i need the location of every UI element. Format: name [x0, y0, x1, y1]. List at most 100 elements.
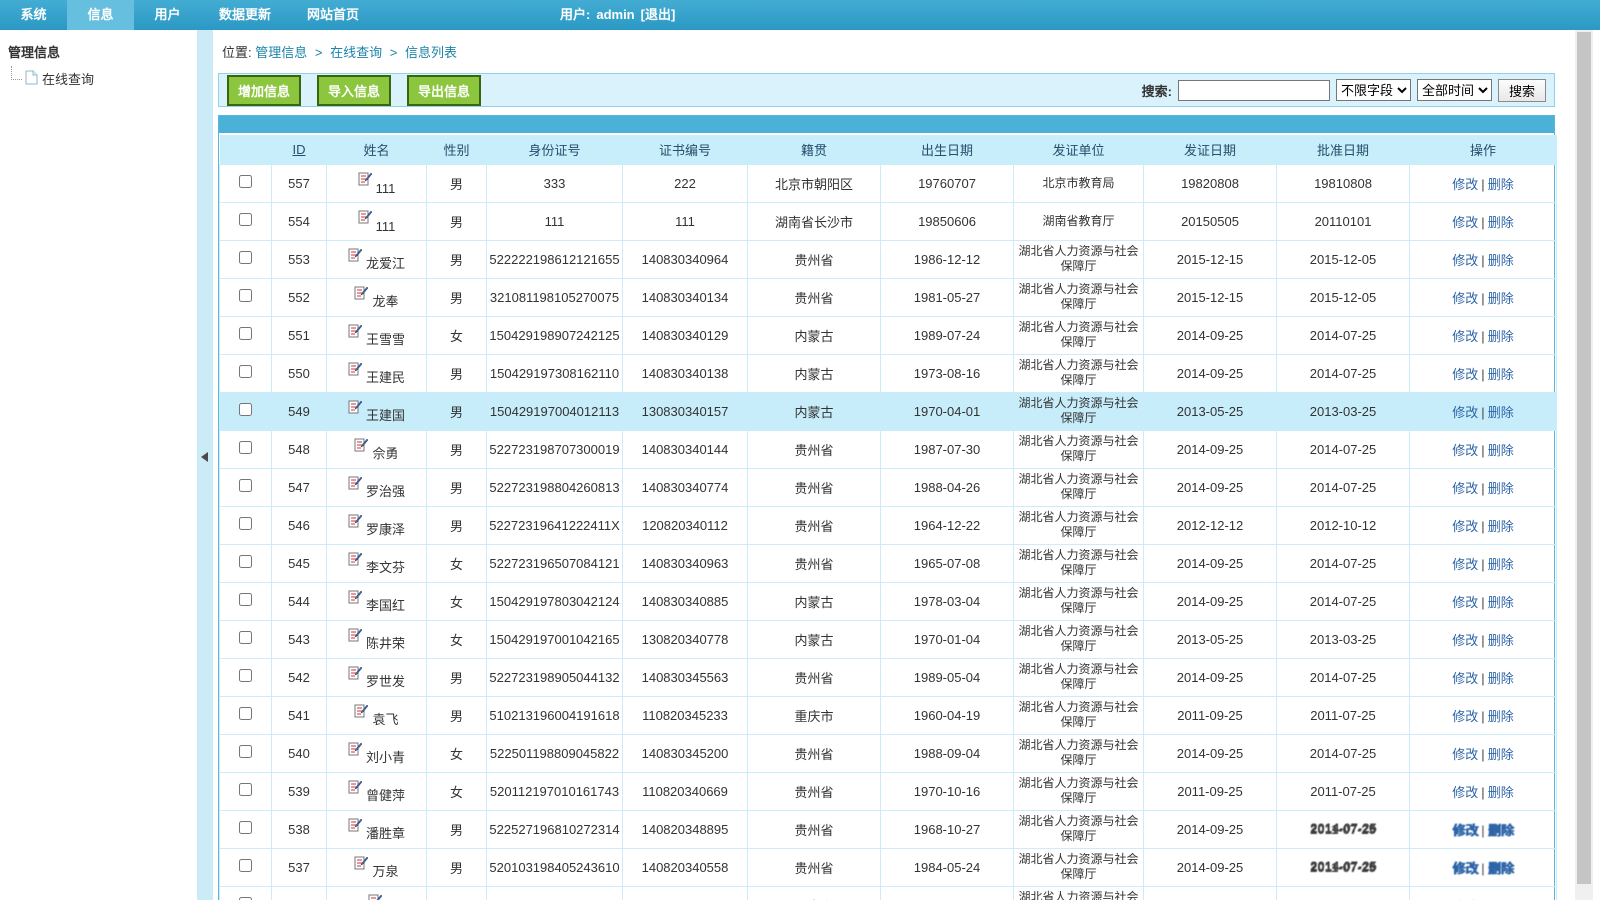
- cell-operations: 修改|删除: [1410, 696, 1557, 734]
- export-info-button[interactable]: 导出信息: [407, 75, 481, 106]
- cell-birth-date: 1968-10-27: [881, 810, 1014, 848]
- cell-birth-date: 1978-03-04: [881, 582, 1014, 620]
- row-checkbox[interactable]: [239, 745, 252, 758]
- cell-issue-date: 2014-09-25: [1144, 354, 1277, 392]
- cell-id-number: 150429197004012113: [487, 392, 623, 430]
- delete-link[interactable]: 删除: [1488, 633, 1514, 648]
- edit-link[interactable]: 修改: [1452, 215, 1478, 230]
- table-row: 540 刘小青 女 522501198809045822 14083034520…: [220, 734, 1557, 772]
- cell-origin: 内蒙古: [748, 582, 881, 620]
- delete-link[interactable]: 删除: [1488, 291, 1514, 306]
- row-checkbox[interactable]: [239, 213, 252, 226]
- cell-operations: 修改|删除: [1410, 734, 1557, 772]
- edit-link[interactable]: 修改: [1452, 709, 1478, 724]
- delete-link[interactable]: 删除: [1488, 177, 1514, 192]
- delete-link[interactable]: 删除: [1488, 557, 1514, 572]
- person-name: 111: [376, 181, 396, 196]
- delete-link[interactable]: 删除: [1488, 367, 1514, 382]
- row-checkbox[interactable]: [239, 365, 252, 378]
- edit-link[interactable]: 修改: [1452, 443, 1478, 458]
- cell-cert-number: 140830340138: [623, 354, 748, 392]
- cell-origin: 湖南省长沙市: [748, 202, 881, 240]
- delete-link[interactable]: 删除: [1488, 709, 1514, 724]
- edit-link[interactable]: 修改: [1452, 557, 1478, 572]
- edit-link[interactable]: 修改: [1452, 405, 1478, 420]
- row-checkbox[interactable]: [239, 859, 252, 872]
- add-info-button[interactable]: 增加信息: [227, 75, 301, 106]
- row-checkbox[interactable]: [239, 593, 252, 606]
- edit-link[interactable]: 修改: [1452, 861, 1478, 876]
- person-name: 王雪雪: [366, 329, 405, 348]
- nav-tab-info[interactable]: 信息: [67, 0, 134, 30]
- delete-link[interactable]: 删除: [1488, 405, 1514, 420]
- table-row: 543 陈井荣 女 150429197001042165 13082034077…: [220, 620, 1557, 658]
- delete-link[interactable]: 删除: [1488, 329, 1514, 344]
- delete-link[interactable]: 删除: [1488, 519, 1514, 534]
- row-checkbox[interactable]: [239, 175, 252, 188]
- row-checkbox[interactable]: [239, 441, 252, 454]
- delete-link[interactable]: 删除: [1488, 595, 1514, 610]
- edit-link[interactable]: 修改: [1452, 595, 1478, 610]
- delete-link[interactable]: 删除: [1488, 215, 1514, 230]
- collapse-sidebar-arrow-icon[interactable]: [201, 452, 208, 462]
- edit-doc-icon: [348, 589, 362, 608]
- row-checkbox[interactable]: [239, 783, 252, 796]
- edit-link[interactable]: 修改: [1452, 367, 1478, 382]
- time-select[interactable]: 全部时间: [1417, 79, 1492, 101]
- edit-link[interactable]: 修改: [1452, 177, 1478, 192]
- row-checkbox[interactable]: [239, 555, 252, 568]
- edit-link[interactable]: 修改: [1452, 519, 1478, 534]
- delete-link[interactable]: 删除: [1488, 481, 1514, 496]
- row-checkbox[interactable]: [239, 251, 252, 264]
- sidebar-item-online-query[interactable]: 在线查询: [11, 69, 189, 88]
- delete-link[interactable]: 删除: [1488, 785, 1514, 800]
- search-input[interactable]: [1178, 80, 1330, 101]
- row-checkbox[interactable]: [239, 669, 252, 682]
- cell-operations: 修改|删除: [1410, 316, 1557, 354]
- row-checkbox[interactable]: [239, 479, 252, 492]
- row-checkbox[interactable]: [239, 289, 252, 302]
- row-checkbox[interactable]: [239, 631, 252, 644]
- scrollbar-thumb[interactable]: [1577, 32, 1591, 884]
- logout-link[interactable]: [退出]: [641, 7, 676, 22]
- row-checkbox[interactable]: [239, 327, 252, 340]
- delete-link[interactable]: 删除: [1488, 861, 1514, 876]
- edit-link[interactable]: 修改: [1452, 329, 1478, 344]
- edit-doc-icon: [358, 171, 372, 190]
- cell-approve-date: 2011-07-25: [1277, 772, 1410, 810]
- row-checkbox[interactable]: [239, 707, 252, 720]
- edit-link[interactable]: 修改: [1452, 481, 1478, 496]
- row-checkbox[interactable]: [239, 517, 252, 530]
- cell-approve-date: 2011-07-25: [1277, 696, 1410, 734]
- edit-link[interactable]: 修改: [1452, 747, 1478, 762]
- delete-link[interactable]: 删除: [1488, 443, 1514, 458]
- row-checkbox[interactable]: [239, 403, 252, 416]
- cell-approve-date: 2014-07-25: [1277, 430, 1410, 468]
- search-button[interactable]: 搜索: [1498, 79, 1546, 102]
- header-id[interactable]: ID: [272, 135, 327, 164]
- edit-link[interactable]: 修改: [1452, 823, 1478, 838]
- cell-birth-date: 1970-04-01: [881, 392, 1014, 430]
- nav-tab-user[interactable]: 用户: [134, 0, 201, 30]
- breadcrumb-manage-info[interactable]: 管理信息: [255, 45, 307, 60]
- edit-link[interactable]: 修改: [1452, 671, 1478, 686]
- cell-checkbox: [220, 696, 272, 734]
- row-checkbox[interactable]: [239, 821, 252, 834]
- delete-link[interactable]: 删除: [1488, 671, 1514, 686]
- delete-link[interactable]: 删除: [1488, 253, 1514, 268]
- field-select[interactable]: 不限字段: [1336, 79, 1411, 101]
- nav-tab-system[interactable]: 系统: [0, 0, 67, 30]
- nav-tab-home[interactable]: 网站首页: [289, 0, 377, 30]
- cell-birth-date: 1970-10-16: [881, 772, 1014, 810]
- delete-link[interactable]: 删除: [1488, 747, 1514, 762]
- delete-link[interactable]: 删除: [1488, 823, 1514, 838]
- edit-link[interactable]: 修改: [1452, 253, 1478, 268]
- edit-link[interactable]: 修改: [1452, 633, 1478, 648]
- nav-tab-data-update[interactable]: 数据更新: [201, 0, 289, 30]
- edit-link[interactable]: 修改: [1452, 291, 1478, 306]
- cell-gender: 女: [427, 620, 487, 658]
- edit-link[interactable]: 修改: [1452, 785, 1478, 800]
- breadcrumb-online-query[interactable]: 在线查询: [330, 45, 382, 60]
- import-info-button[interactable]: 导入信息: [317, 75, 391, 106]
- cell-origin: 内蒙古: [748, 392, 881, 430]
